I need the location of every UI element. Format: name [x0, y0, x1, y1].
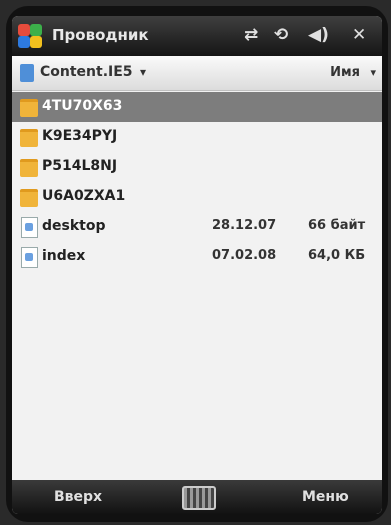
connectivity-icon[interactable]: ⇄ — [244, 25, 258, 45]
folder-bar: Content.IE5 ▾ Имя ▾ — [12, 56, 382, 91]
close-icon[interactable]: ✕ — [352, 25, 366, 45]
softkey-bar: Вверх Меню — [12, 480, 382, 514]
item-date: 28.12.07 — [212, 218, 277, 233]
item-name: desktop — [42, 218, 106, 234]
sort-dropdown[interactable]: Имя — [330, 65, 360, 80]
list-item[interactable]: desktop 28.12.07 66 байт — [12, 212, 382, 242]
item-name: U6A0ZXA1 — [42, 188, 126, 204]
folder-icon — [20, 159, 38, 177]
folder-icon — [20, 189, 38, 207]
list-item[interactable]: U6A0ZXA1 — [12, 182, 382, 212]
menu-softkey[interactable]: Меню — [302, 489, 349, 505]
volume-icon[interactable]: ◀) — [308, 25, 329, 45]
screen: Проводник ⇄ ⟲ ◀) ✕ Content.IE5 ▾ Имя ▾ 4… — [12, 16, 382, 514]
up-softkey[interactable]: Вверх — [54, 489, 102, 505]
item-name: K9E34PYJ — [42, 128, 118, 144]
file-icon — [21, 217, 38, 238]
folder-icon — [20, 99, 38, 117]
sync-icon[interactable]: ⟲ — [274, 25, 288, 45]
file-list: 4TU70X63 K9E34PYJ P514L8NJ U6A0ZXA1 desk… — [12, 92, 382, 272]
list-item[interactable]: P514L8NJ — [12, 152, 382, 182]
list-item[interactable]: index 07.02.08 64,0 КБ — [12, 242, 382, 272]
item-name: 4TU70X63 — [42, 98, 123, 114]
title-bar: Проводник ⇄ ⟲ ◀) ✕ — [12, 16, 382, 56]
item-name: P514L8NJ — [42, 158, 118, 174]
item-date: 07.02.08 — [212, 248, 277, 263]
item-size: 64,0 КБ — [308, 248, 366, 263]
chevron-down-icon[interactable]: ▾ — [140, 65, 146, 79]
list-item[interactable]: K9E34PYJ — [12, 122, 382, 152]
chevron-down-icon[interactable]: ▾ — [370, 66, 376, 79]
windows-start-icon[interactable] — [16, 22, 44, 50]
app-title: Проводник — [52, 26, 149, 44]
item-size: 66 байт — [308, 218, 366, 233]
keyboard-icon[interactable] — [182, 486, 216, 510]
folder-dropdown[interactable]: Content.IE5 — [40, 64, 133, 80]
device-frame: Проводник ⇄ ⟲ ◀) ✕ Content.IE5 ▾ Имя ▾ 4… — [6, 6, 388, 522]
folder-icon — [20, 129, 38, 147]
list-item[interactable]: 4TU70X63 — [12, 92, 382, 122]
file-icon — [21, 247, 38, 268]
item-name: index — [42, 248, 86, 264]
storage-card-icon — [20, 64, 34, 82]
